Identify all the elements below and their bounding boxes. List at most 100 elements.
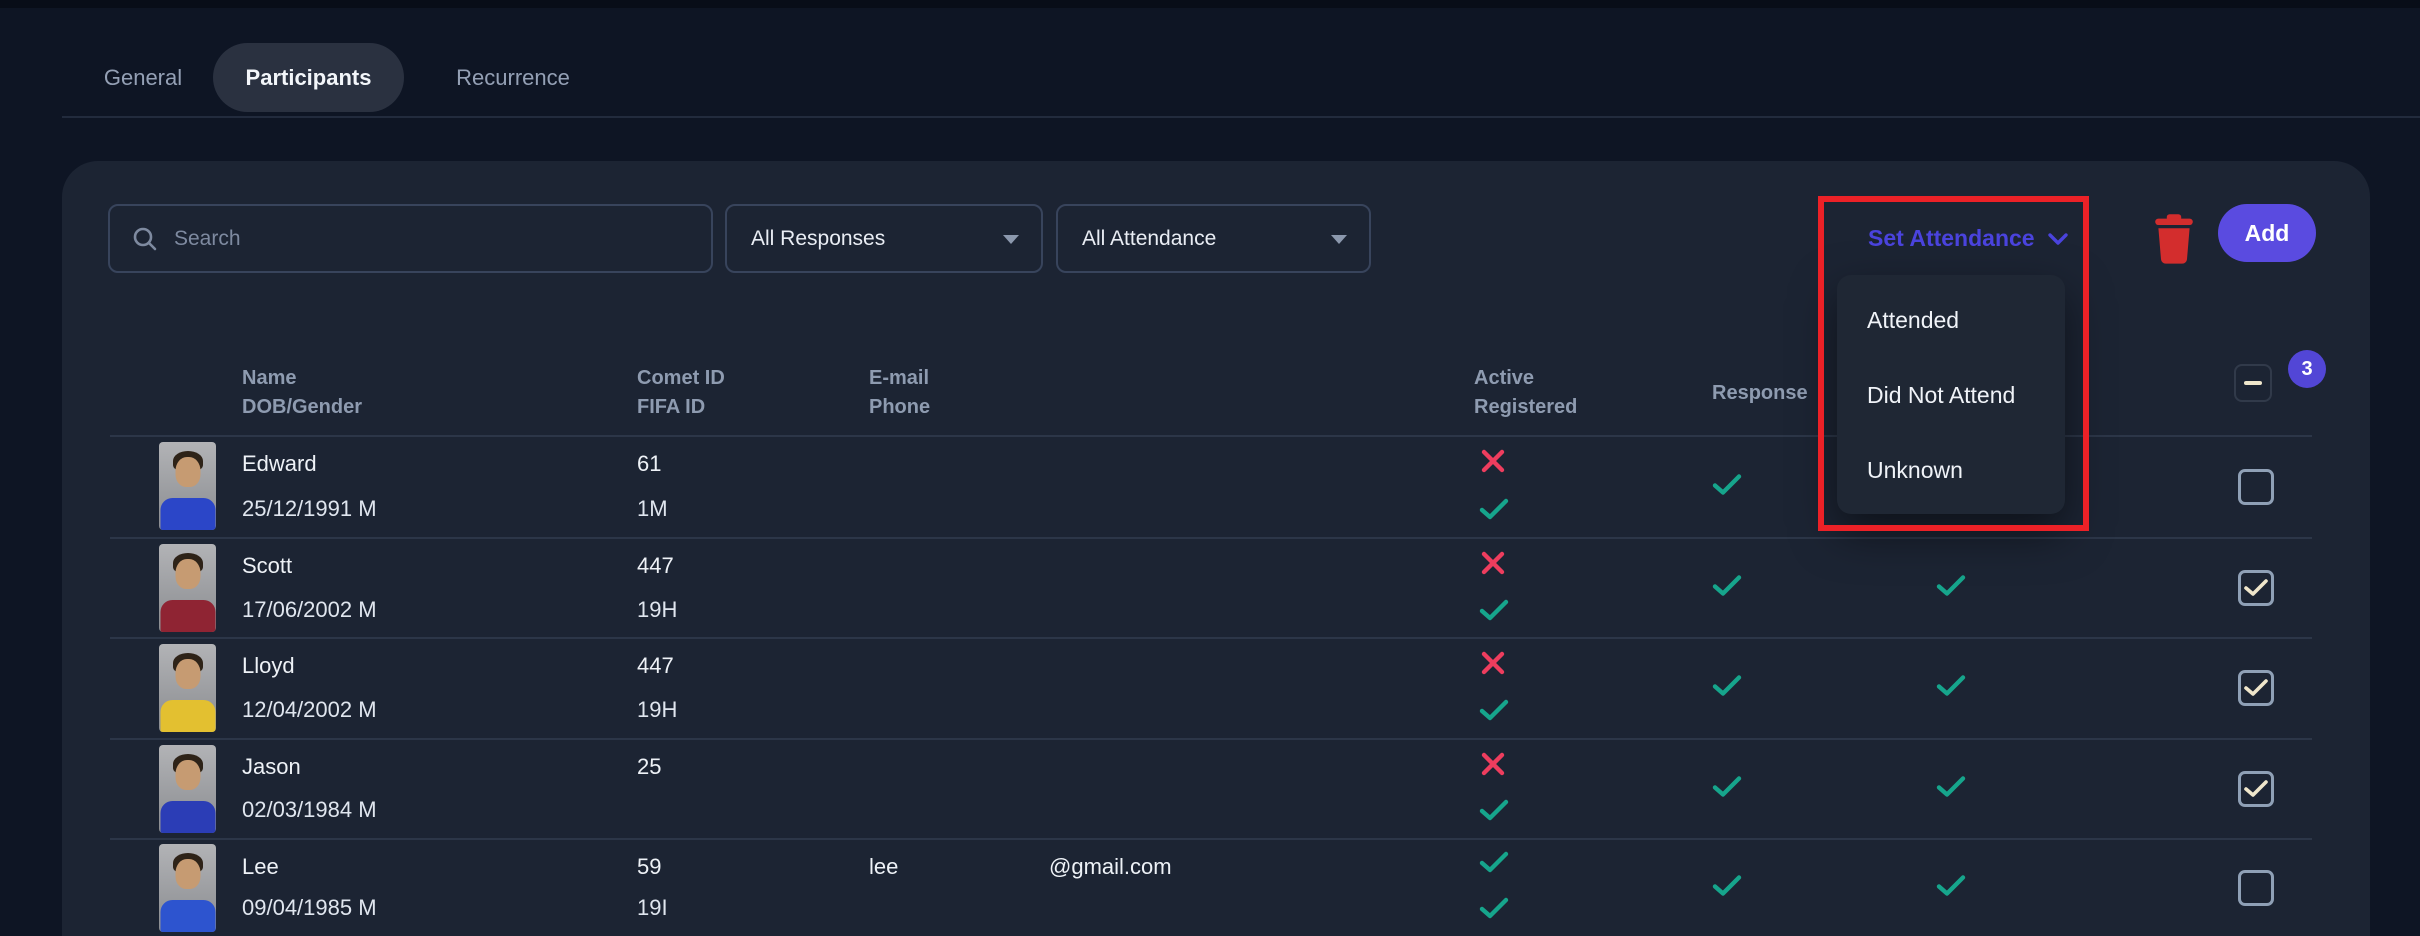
registered-check-icon (1478, 598, 1508, 627)
response-check-icon (1711, 472, 1745, 501)
fifa-id-value: 19H (637, 597, 677, 623)
checkbox-check-icon (2243, 779, 2269, 799)
header-active: Active (1474, 364, 1577, 393)
avatar-face (175, 859, 200, 889)
attendance-filter-select[interactable]: All Attendance (1056, 204, 1371, 273)
player-photo (159, 644, 216, 732)
tabs-divider (62, 116, 2420, 118)
search-placeholder: Search (174, 227, 241, 251)
attendance-check-icon (1935, 574, 1969, 603)
response-check-icon (1711, 674, 1745, 703)
indeterminate-dash-icon (2244, 381, 2262, 385)
participant-row: Scott 17/06/2002 M 447 19H (62, 538, 2370, 638)
avatar-jersey (160, 600, 215, 632)
row-checkbox-checked[interactable] (2238, 771, 2274, 807)
comet-id-value: 61 (637, 451, 661, 477)
row-checkbox-unchecked[interactable] (2238, 870, 2274, 906)
participants-panel: Search All Responses All Attendance Set … (62, 161, 2370, 936)
search-input[interactable]: Search (108, 204, 713, 273)
tab-participants-label: Participants (246, 65, 372, 91)
tab-participants[interactable]: Participants (213, 43, 404, 112)
active-cross-icon (1478, 750, 1508, 783)
participant-name: Lloyd (242, 653, 295, 679)
participant-row: Lee 09/04/1985 M 59 19I lee @gmail.com (62, 839, 2370, 936)
email-prefix: lee (869, 854, 898, 880)
tab-recurrence-label: Recurrence (456, 65, 570, 91)
checkbox-check-icon (2243, 678, 2269, 698)
header-registered: Registered (1474, 393, 1577, 422)
avatar-face (175, 760, 200, 790)
active-cross-icon (1478, 447, 1508, 480)
active-cross-icon (1478, 549, 1508, 582)
header-email: E-mail (869, 364, 930, 393)
participant-row: Lloyd 12/04/2002 M 447 19H (62, 638, 2370, 738)
avatar-face (175, 559, 200, 589)
fifa-id-value: 1M (637, 496, 668, 522)
column-header-contact: E-mail Phone (869, 364, 930, 422)
active-check-icon (1478, 850, 1508, 879)
comet-id-value: 447 (637, 553, 674, 579)
active-cross-icon (1478, 649, 1508, 682)
participant-name: Edward (242, 451, 317, 477)
attendance-check-icon (1935, 774, 1969, 803)
column-header-response: Response (1712, 379, 1808, 408)
participant-row: Jason 02/03/1984 M 25 (62, 739, 2370, 838)
participant-name: Lee (242, 854, 279, 880)
select-all-checkbox[interactable] (2234, 364, 2272, 402)
attendance-check-icon (1935, 873, 1969, 902)
registered-check-icon (1478, 798, 1508, 827)
column-header-status: Active Registered (1474, 364, 1577, 422)
registered-check-icon (1478, 896, 1508, 925)
response-check-icon (1711, 873, 1745, 902)
menu-item-unknown[interactable]: Unknown (1837, 433, 2065, 508)
player-photo (159, 442, 216, 530)
participant-name: Jason (242, 754, 301, 780)
email-suffix: @gmail.com (1049, 854, 1172, 880)
checkbox-check-icon (2243, 578, 2269, 598)
avatar-jersey (160, 900, 215, 932)
comet-id-value: 25 (637, 754, 661, 780)
column-header-ids: Comet ID FIFA ID (637, 364, 725, 422)
selected-count-badge: 3 (2288, 350, 2326, 388)
set-attendance-menu: Attended Did Not Attend Unknown (1837, 275, 2065, 514)
row-checkbox-checked[interactable] (2238, 570, 2274, 606)
player-photo (159, 844, 216, 932)
tab-recurrence[interactable]: Recurrence (443, 43, 583, 112)
registered-check-icon (1478, 698, 1508, 727)
response-check-icon (1711, 774, 1745, 803)
set-attendance-button[interactable]: Set Attendance (1868, 204, 2069, 273)
header-phone: Phone (869, 393, 930, 422)
header-dob-gender: DOB/Gender (242, 393, 362, 422)
fifa-id-value: 19I (637, 895, 668, 921)
fifa-id-value: 19H (637, 697, 677, 723)
header-name: Name (242, 364, 362, 393)
search-icon (132, 226, 158, 252)
participant-dob-gender: 09/04/1985 M (242, 895, 377, 921)
menu-item-did-not-attend[interactable]: Did Not Attend (1837, 358, 2065, 433)
header-fifa-id: FIFA ID (637, 393, 725, 422)
responses-filter-select[interactable]: All Responses (725, 204, 1043, 273)
comet-id-value: 59 (637, 854, 661, 880)
tab-general-label: General (104, 65, 182, 91)
row-checkbox-unchecked[interactable] (2238, 469, 2274, 505)
delete-button[interactable] (2152, 213, 2196, 265)
caret-down-icon (1331, 235, 1347, 244)
participant-name: Scott (242, 553, 292, 579)
caret-down-icon (1003, 235, 1019, 244)
responses-filter-value: All Responses (751, 227, 885, 251)
participant-dob-gender: 17/06/2002 M (242, 597, 377, 623)
avatar-jersey (160, 700, 215, 732)
add-button-label: Add (2245, 220, 2290, 247)
participant-dob-gender: 25/12/1991 M (242, 496, 377, 522)
header-comet-id: Comet ID (637, 364, 725, 393)
menu-item-attended[interactable]: Attended (1837, 283, 2065, 358)
tab-general[interactable]: General (83, 43, 203, 112)
set-attendance-label: Set Attendance (1868, 225, 2035, 252)
row-checkbox-checked[interactable] (2238, 670, 2274, 706)
response-check-icon (1711, 574, 1745, 603)
avatar-jersey (160, 498, 215, 530)
participant-dob-gender: 02/03/1984 M (242, 797, 377, 823)
add-button[interactable]: Add (2218, 204, 2316, 262)
registered-check-icon (1478, 497, 1508, 526)
avatar-jersey (160, 801, 215, 833)
